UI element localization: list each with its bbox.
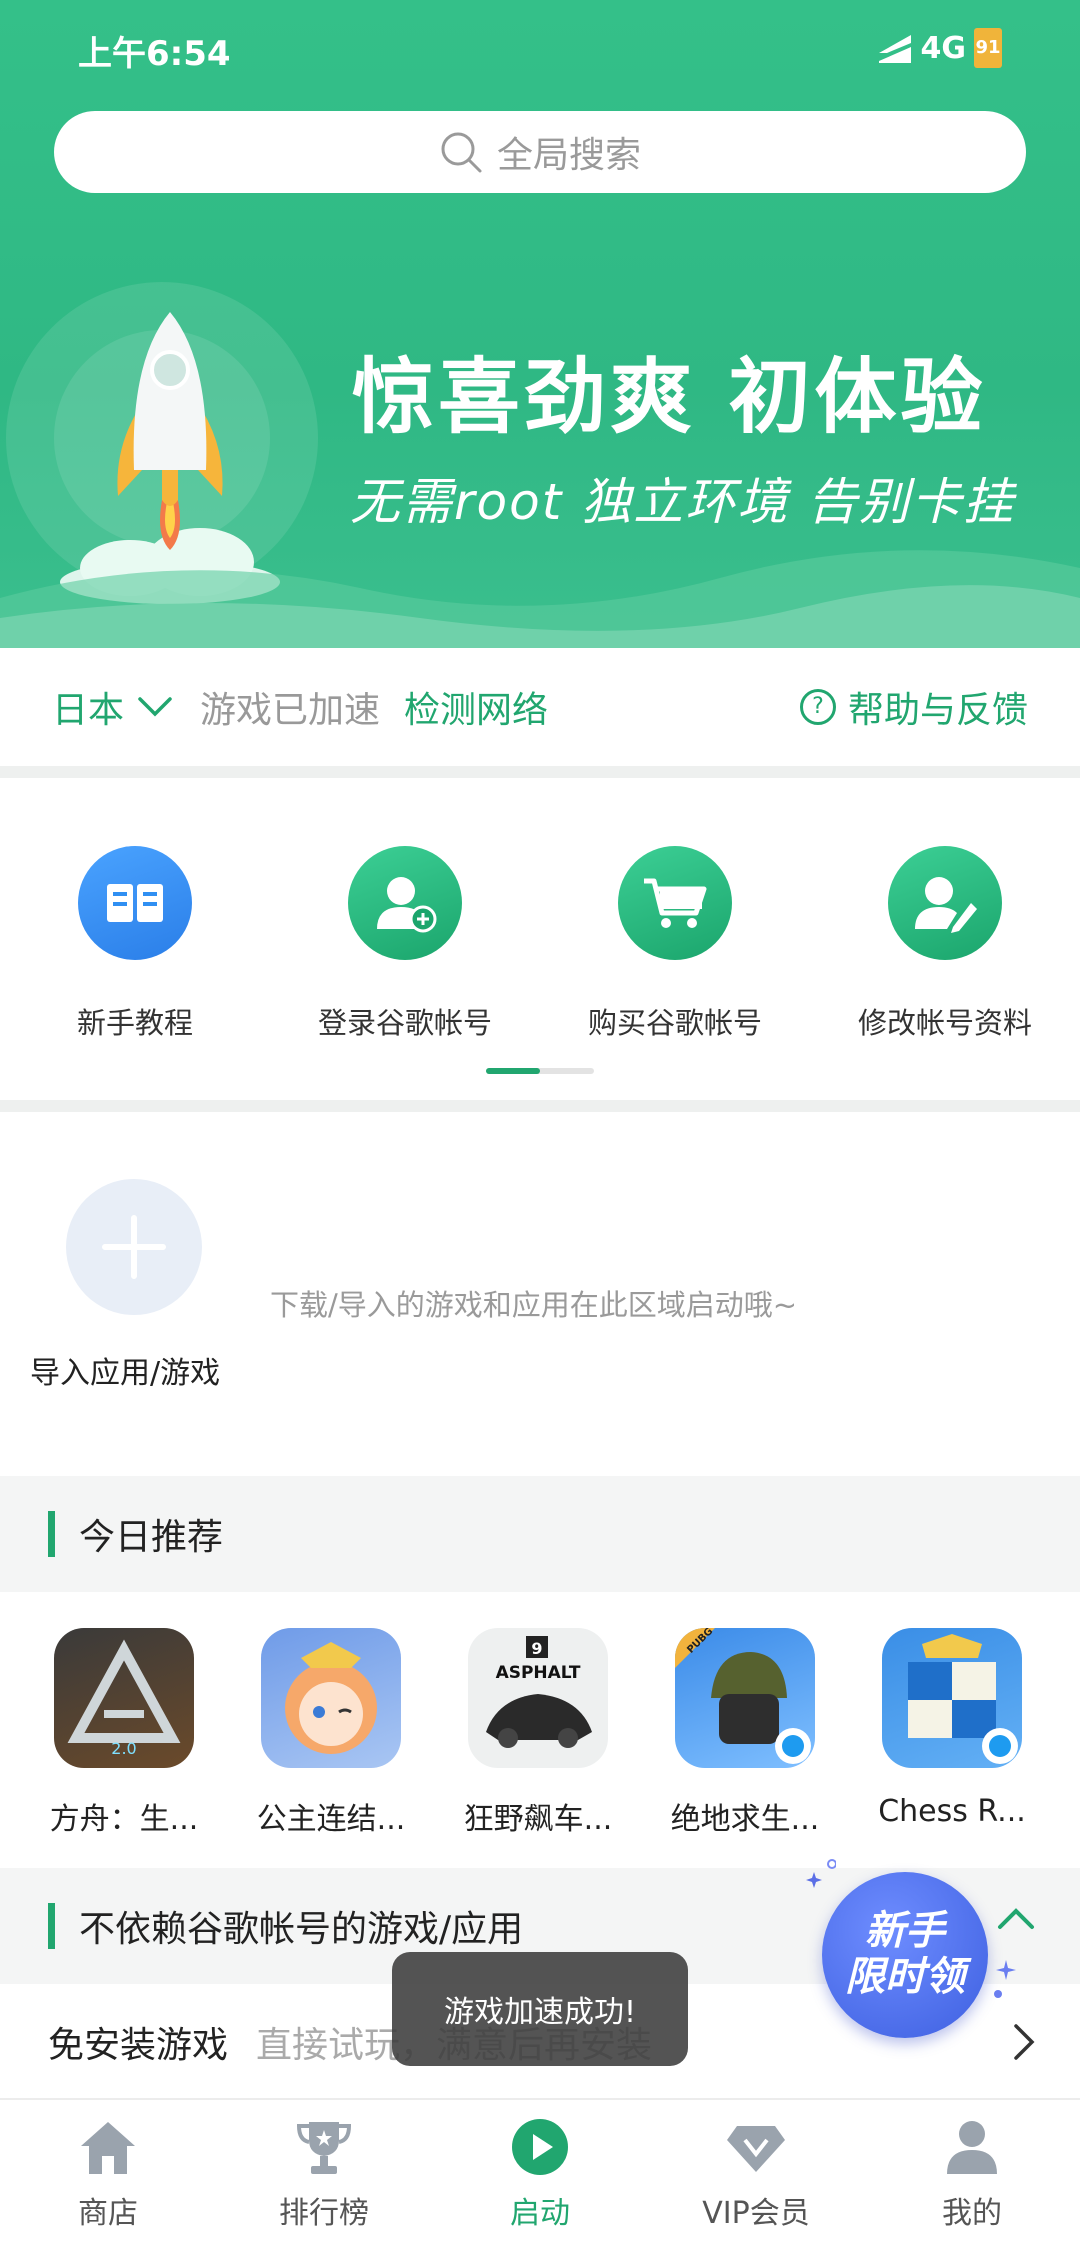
region-selector[interactable]: 日本	[52, 681, 174, 733]
game-name: 狂野飙车...	[463, 1802, 613, 1837]
game-icon-chess	[882, 1628, 1022, 1768]
game-icon-princess	[261, 1628, 401, 1768]
banner-subtitle: 无需root 独立环境 告别卡挂	[350, 473, 1016, 531]
newbie-promo-button[interactable]: 新手 限时领	[822, 1872, 988, 2038]
status-time: 上午6:54	[78, 34, 231, 74]
section-header-today: 今日推荐	[0, 1476, 1080, 1592]
shortcut-grid: 新手教程 登录谷歌帐号 购买谷歌帐号 修改帐号资料	[0, 790, 1080, 1112]
page-indicator	[486, 1068, 594, 1074]
game-item[interactable]: 公主连结...	[233, 1628, 429, 1838]
shortcut-label: 购买谷歌帐号	[587, 1006, 762, 1040]
game-icon-ark: 2.0	[54, 1628, 194, 1768]
tab-vip[interactable]: VIP会员	[648, 2118, 864, 2232]
tab-store[interactable]: 商店	[0, 2118, 216, 2232]
tab-ranking[interactable]: 排行榜	[216, 2118, 432, 2232]
chevron-down-icon	[138, 697, 172, 717]
shortcut-label: 登录谷歌帐号	[317, 1006, 492, 1040]
help-feedback-link[interactable]: ? 帮助与反馈	[799, 681, 1028, 733]
tab-launch[interactable]: 启动	[432, 2118, 648, 2232]
shortcut-buy-google[interactable]: 购买谷歌帐号	[540, 846, 810, 1042]
shortcut-label: 新手教程	[76, 1006, 193, 1040]
plus-icon	[102, 1215, 166, 1279]
game-item[interactable]: PUBG 绝地求生...	[647, 1628, 843, 1838]
user-edit-icon	[888, 846, 1002, 960]
play-icon	[512, 2119, 568, 2175]
shortcut-login-google[interactable]: 登录谷歌帐号	[270, 846, 540, 1042]
tab-label: VIP会员	[702, 2196, 810, 2231]
game-item[interactable]: 9 ASPHALT 狂野飙车...	[440, 1628, 636, 1838]
tab-label: 排行榜	[279, 2196, 369, 2231]
banner-title: 惊喜劲爽 初体验	[352, 350, 987, 445]
chevron-right-icon	[1014, 2024, 1035, 2060]
svg-text:2.0: 2.0	[111, 1739, 136, 1758]
user-add-icon	[348, 846, 462, 960]
promo-line2: 限时领	[845, 1954, 965, 2000]
chevron-up-icon[interactable]	[996, 1905, 1036, 1931]
no-install-title: 免安装游戏	[48, 2025, 229, 2066]
game-name: 绝地求生...	[670, 1802, 820, 1837]
import-area: 导入应用/游戏 下载/导入的游戏和应用在此区域启动哦~	[0, 1124, 1080, 1476]
search-input[interactable]: 全局搜索	[54, 111, 1026, 193]
shortcut-edit-account[interactable]: 修改帐号资料	[810, 846, 1080, 1042]
sparkle-icon	[806, 1859, 836, 1888]
game-name: 公主连结...	[256, 1802, 406, 1837]
accel-bar: 日本 游戏已加速 检测网络 ? 帮助与反馈	[0, 648, 1080, 778]
tab-label: 商店	[78, 2196, 138, 2231]
import-hint: 下载/导入的游戏和应用在此区域启动哦~	[270, 1288, 798, 1322]
status-icons: 4G 91	[877, 28, 1002, 68]
battery-icon: 91	[974, 28, 1002, 68]
game-item[interactable]: Chess R...	[854, 1628, 1050, 1829]
detect-network-link[interactable]: 检测网络	[404, 681, 548, 733]
section-title: 不依赖谷歌帐号的游戏/应用	[79, 1909, 524, 1950]
accel-status: 游戏已加速	[200, 690, 381, 731]
search-placeholder: 全局搜索	[496, 135, 641, 176]
games-row: 2.0 方舟：生... 公主连结... 9 ASPHALT 狂野飙车... PUB…	[0, 1592, 1080, 1868]
section-title: 今日推荐	[79, 1517, 224, 1558]
game-icon-pubg: PUBG	[675, 1628, 815, 1768]
shortcut-label: 修改帐号资料	[857, 1006, 1032, 1040]
help-label: 帮助与反馈	[847, 690, 1028, 731]
promo-line1: 新手	[865, 1908, 945, 1954]
tab-label: 我的	[942, 2196, 1002, 2231]
book-icon	[78, 846, 192, 960]
import-button[interactable]	[66, 1179, 202, 1315]
tab-label: 启动	[510, 2196, 570, 2231]
trophy-icon	[296, 2122, 352, 2174]
network-type: 4G	[920, 30, 967, 66]
svg-text:ASPHALT: ASPHALT	[496, 1663, 581, 1683]
game-name: 方舟：生...	[49, 1802, 199, 1837]
region-label: 日本	[52, 690, 125, 731]
tab-mine[interactable]: 我的	[864, 2118, 1080, 2232]
sparkle-icon	[994, 1960, 1016, 1998]
bottom-tab-bar: 商店 排行榜 启动 VIP会员 我的	[0, 2098, 1080, 2246]
banner-waves	[0, 550, 1080, 648]
search-icon	[441, 132, 482, 173]
hero-banner[interactable]: 上午6:54 4G 91 全局搜索 惊喜劲爽 初体验 无需root 独立环境 告…	[0, 0, 1080, 648]
game-icon-asphalt: 9 ASPHALT	[468, 1628, 608, 1768]
shortcut-tutorial[interactable]: 新手教程	[0, 846, 270, 1042]
cart-icon	[618, 846, 732, 960]
help-icon: ?	[799, 689, 836, 725]
toast-message: 游戏加速成功!	[392, 1952, 688, 2066]
status-bar: 上午6:54 4G 91	[78, 26, 1002, 74]
person-icon	[947, 2121, 997, 2174]
home-icon	[81, 2122, 135, 2174]
diamond-icon	[727, 2126, 785, 2172]
svg-text:9: 9	[531, 1639, 542, 1658]
game-name: Chess R...	[878, 1794, 1026, 1829]
game-item[interactable]: 2.0 方舟：生...	[26, 1628, 222, 1838]
signal-icon	[878, 35, 911, 63]
import-label: 导入应用/游戏	[30, 1356, 221, 1391]
